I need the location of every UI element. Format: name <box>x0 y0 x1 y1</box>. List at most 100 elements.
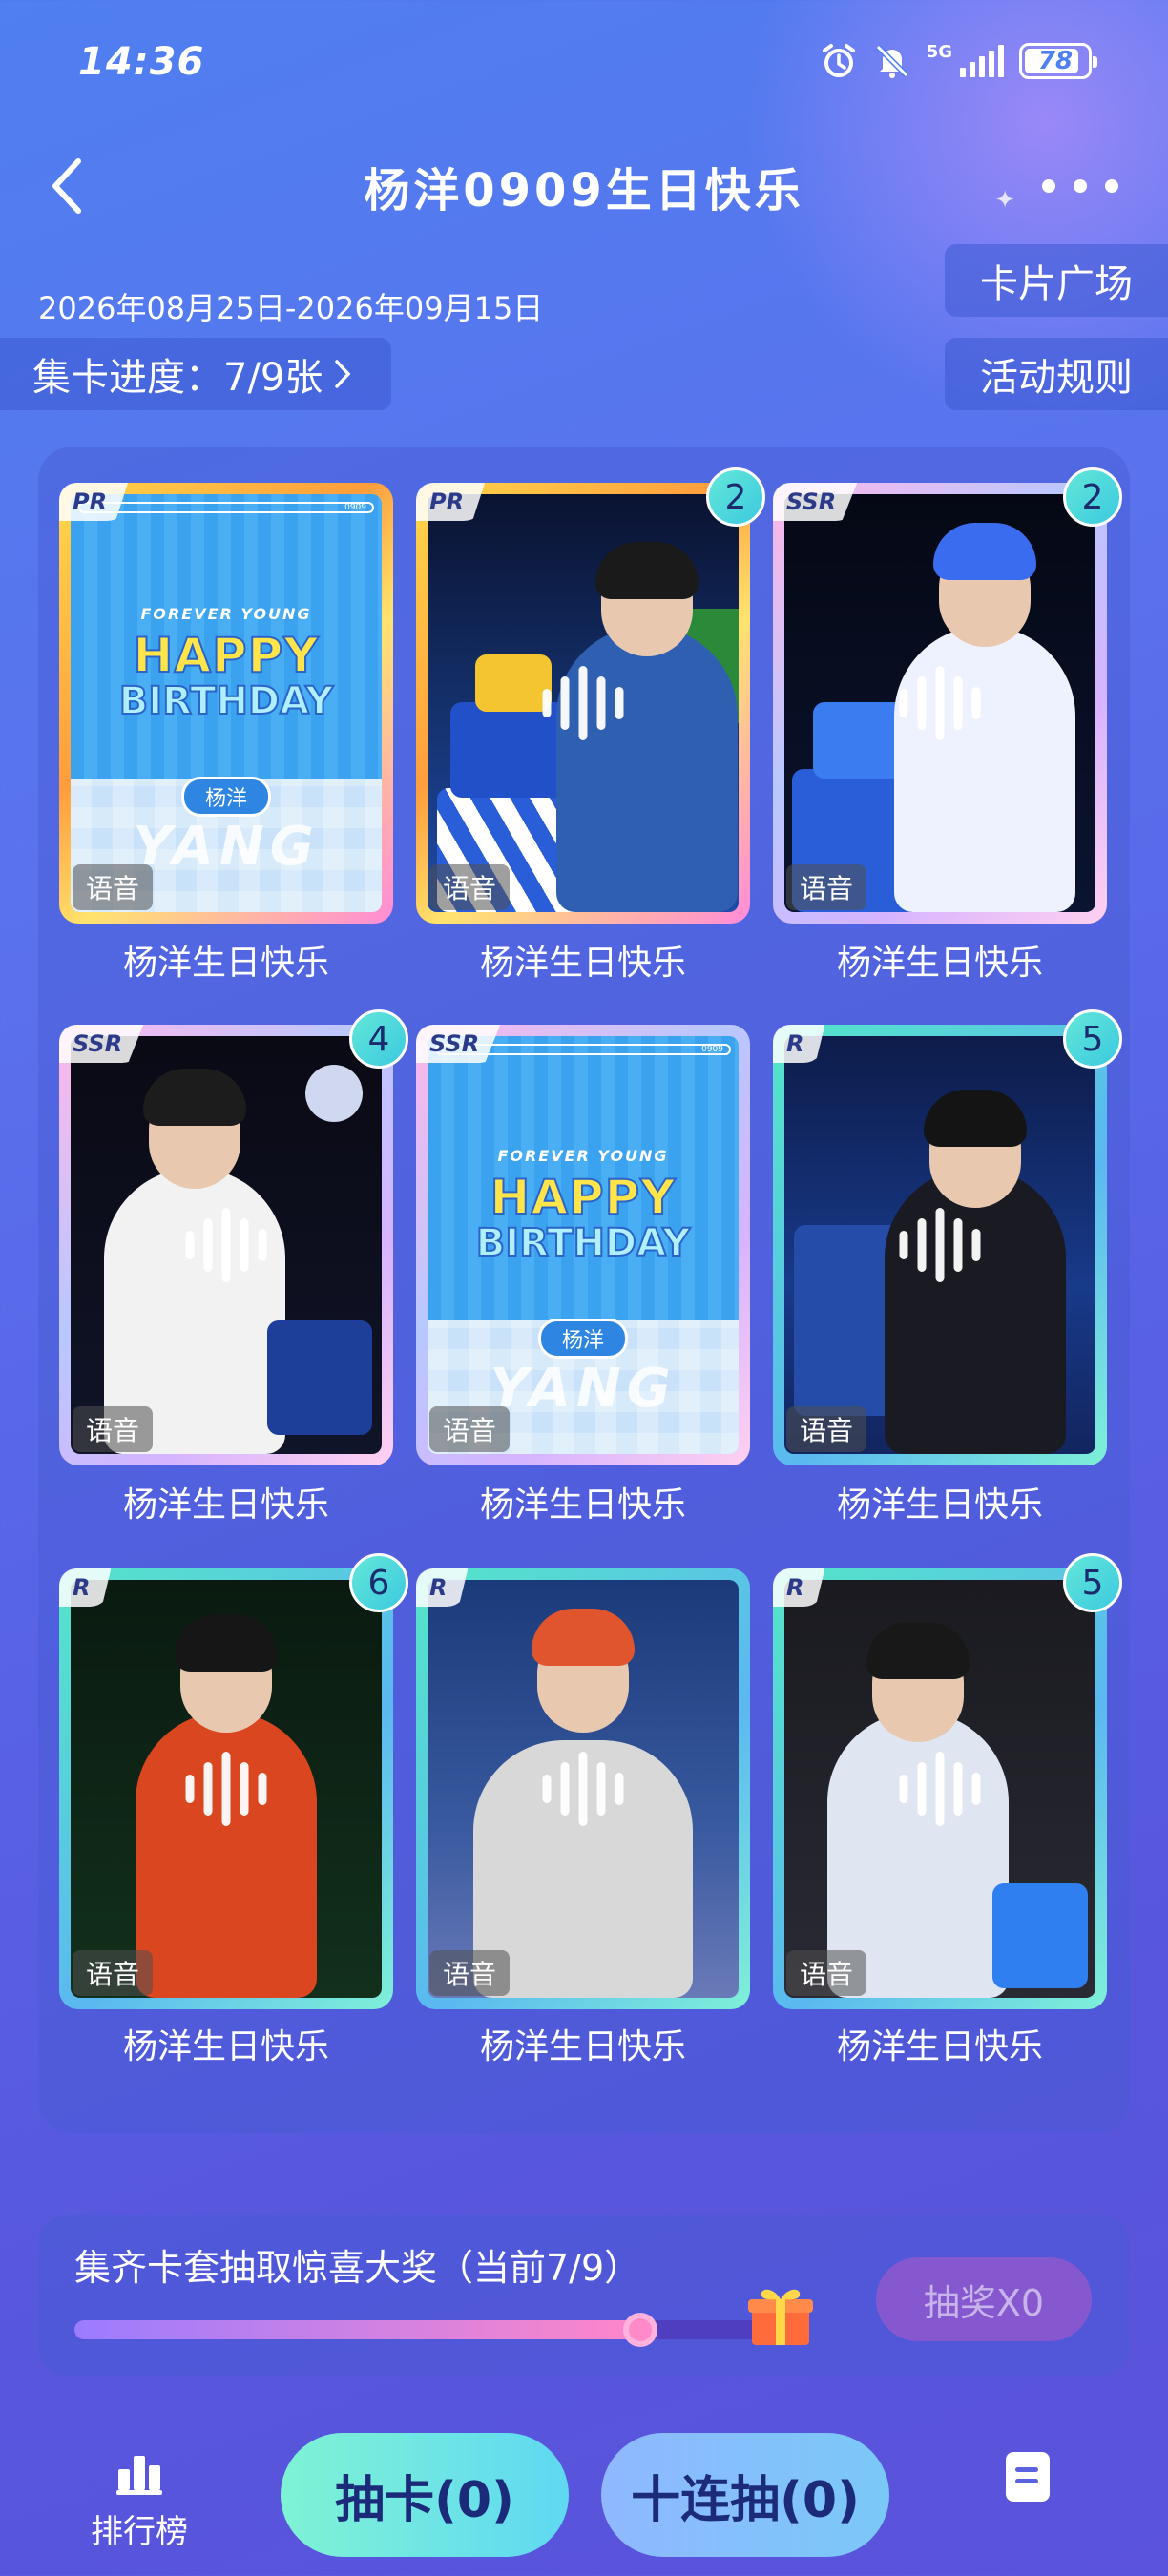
prize-progress-fill <box>74 2320 640 2339</box>
card-5[interactable]: 0909 FOREVER YOUNG HAPPY BIRTHDAY 杨洋 YAN… <box>416 1025 750 1465</box>
card-7[interactable]: R 6 语音 <box>59 1553 408 2009</box>
mute-bell-icon <box>873 42 911 80</box>
page-title: 杨洋0909生日快乐 <box>364 164 804 218</box>
battery-level: 78 <box>1037 47 1074 75</box>
card-count-badge: 6 <box>349 1553 408 1612</box>
chevron-right-icon <box>335 360 351 388</box>
card-1[interactable]: 0909 FOREVER YOUNG HAPPY BIRTHDAY 杨洋 YAN… <box>59 483 393 924</box>
voice-wave-icon <box>899 1752 981 1826</box>
voice-tag: 语音 <box>429 1406 511 1452</box>
document-icon[interactable] <box>1006 2452 1050 2502</box>
card-caption: 杨洋生日快乐 <box>122 944 329 983</box>
card-square-button[interactable]: 卡片广场 <box>945 244 1168 317</box>
voice-tag: 语音 <box>429 864 511 910</box>
card-frame <box>59 1025 393 1465</box>
voice-wave-icon <box>899 1208 981 1282</box>
name-tag: 杨洋 <box>180 777 272 817</box>
voice-wave-icon <box>185 1208 267 1282</box>
voice-tag: 语音 <box>786 1950 867 1996</box>
progress-label: 集卡进度：7/9张 <box>32 356 323 400</box>
card-4[interactable]: SSR 4 语音 <box>59 1009 408 1465</box>
voice-tag: 语音 <box>73 864 154 910</box>
card-caption: 杨洋生日快乐 <box>122 2027 329 2067</box>
voice-tag: 语音 <box>73 1406 154 1452</box>
card-image <box>428 494 739 912</box>
collection-progress-button[interactable]: 集卡进度：7/9张 <box>0 338 392 410</box>
single-draw-button[interactable]: 抽卡(0) <box>281 2433 569 2557</box>
voice-tag: 语音 <box>73 1950 154 1996</box>
birthday-design: 0909 FOREVER YOUNG HAPPY BIRTHDAY 杨洋 YAN… <box>71 494 382 912</box>
progress-knob <box>622 2313 657 2347</box>
card-count-badge: 5 <box>1063 1009 1122 1069</box>
card-frame <box>416 483 750 924</box>
name-tag: 杨洋 <box>537 1319 629 1359</box>
voice-wave-icon <box>185 1752 267 1826</box>
sparkle-icon: ✦ <box>994 186 1015 215</box>
birthday-design: 0909 FOREVER YOUNG HAPPY BIRTHDAY 杨洋 YAN… <box>428 1036 739 1454</box>
card-image <box>784 494 1095 912</box>
forever-young-text: FOREVER YOUNG <box>140 605 312 623</box>
happy-text: HAPPY <box>489 1169 677 1226</box>
card-caption: 杨洋生日快乐 <box>479 944 686 983</box>
status-icons: 5G 78 <box>820 41 1097 80</box>
lottery-button[interactable]: 抽奖X0 <box>876 2257 1092 2341</box>
rules-button[interactable]: 活动规则 <box>945 338 1168 410</box>
dot-icon <box>1042 179 1055 193</box>
card-image: 0909 FOREVER YOUNG HAPPY BIRTHDAY 杨洋 YAN… <box>428 1036 739 1454</box>
birthday-text: BIRTHDAY <box>475 1220 691 1266</box>
card-caption: 杨洋生日快乐 <box>479 1485 686 1525</box>
alarm-icon <box>820 42 858 80</box>
card-6[interactable]: R 5 语音 <box>773 1009 1122 1465</box>
card-8[interactable]: R 语音 <box>416 1568 750 2009</box>
card-2[interactable]: PR 2 语音 <box>416 467 765 924</box>
card-image <box>784 1580 1095 1998</box>
prize-progress-bar <box>74 2313 800 2347</box>
card-caption: 杨洋生日快乐 <box>836 2027 1043 2067</box>
card-image <box>784 1036 1095 1454</box>
gift-icon <box>744 2278 817 2351</box>
voice-tag: 语音 <box>786 1406 867 1452</box>
status-time: 14:36 <box>78 40 205 84</box>
card-caption: 杨洋生日快乐 <box>122 1485 329 1525</box>
battery-icon: 78 <box>1019 43 1097 79</box>
prize-panel: 集齐卡套抽取惊喜大奖（当前7/9） 抽奖X0 <box>38 2215 1130 2376</box>
card-collection-panel: 0909 FOREVER YOUNG HAPPY BIRTHDAY 杨洋 YAN… <box>38 447 1130 2133</box>
card-9[interactable]: R 5 语音 <box>773 1553 1122 2009</box>
dot-icon <box>1105 179 1118 193</box>
voice-wave-icon <box>542 1752 624 1826</box>
more-options-button[interactable] <box>1042 162 1118 210</box>
card-image <box>71 1036 382 1454</box>
card-frame <box>773 483 1107 924</box>
network-type: 5G <box>926 41 952 62</box>
card-frame <box>773 1025 1107 1465</box>
card-3[interactable]: SSR 2 语音 <box>773 467 1122 924</box>
ten-draw-button[interactable]: 十连抽(0) <box>601 2433 889 2557</box>
bottom-nav: 排行榜 抽卡(0) 十连抽(0) <box>0 2423 1168 2576</box>
card-count-badge: 4 <box>349 1009 408 1069</box>
voice-wave-icon <box>899 666 981 740</box>
status-bar: 14:36 5G 78 <box>0 0 1168 134</box>
card-frame <box>416 1568 750 2009</box>
card-caption: 杨洋生日快乐 <box>836 944 1043 983</box>
card-caption: 杨洋生日快乐 <box>836 1485 1043 1525</box>
card-image <box>71 1580 382 1998</box>
leaderboard-button[interactable]: 排行榜 <box>82 2450 197 2552</box>
card-image: 0909 FOREVER YOUNG HAPPY BIRTHDAY 杨洋 YAN… <box>71 494 382 912</box>
card-frame <box>773 1568 1107 2009</box>
happy-text: HAPPY <box>132 627 320 684</box>
card-frame <box>59 1568 393 2009</box>
card-count-badge: 2 <box>706 467 765 527</box>
voice-tag: 语音 <box>429 1950 511 1996</box>
dot-icon <box>1074 179 1087 193</box>
forever-young-text: FOREVER YOUNG <box>497 1147 669 1165</box>
voice-tag: 语音 <box>786 864 867 910</box>
birthday-text: BIRTHDAY <box>118 678 334 724</box>
signal-icon <box>960 45 1004 77</box>
voice-wave-icon <box>542 666 624 740</box>
date-range: 2026年08月25日-2026年09月15日 <box>38 290 544 326</box>
leaderboard-icon <box>116 2456 162 2495</box>
card-frame: 0909 FOREVER YOUNG HAPPY BIRTHDAY 杨洋 YAN… <box>59 483 393 924</box>
card-frame: 0909 FOREVER YOUNG HAPPY BIRTHDAY 杨洋 YAN… <box>416 1025 750 1465</box>
card-count-badge: 5 <box>1063 1553 1122 1612</box>
prize-title: 集齐卡套抽取惊喜大奖（当前7/9） <box>74 2247 641 2289</box>
